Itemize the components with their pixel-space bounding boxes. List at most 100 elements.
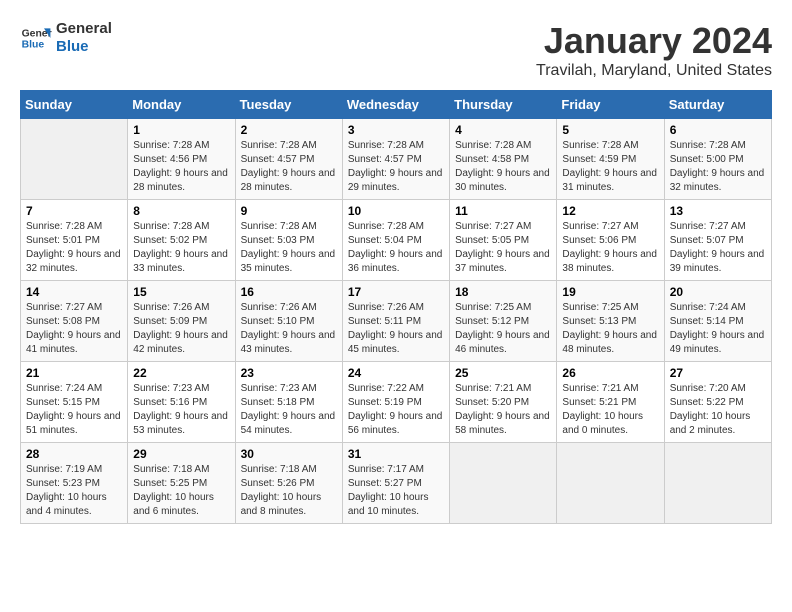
day-number: 20 xyxy=(670,285,766,299)
logo-line1: General xyxy=(56,20,112,38)
calendar-table: Sunday Monday Tuesday Wednesday Thursday… xyxy=(20,90,772,524)
cell-w1-d0: 7 Sunrise: 7:28 AMSunset: 5:01 PMDaylight… xyxy=(21,200,128,281)
cell-w3-d1: 22Sunrise: 7:23 AMSunset: 5:16 PMDayligh… xyxy=(128,362,235,443)
cell-w3-d0: 21 Sunrise: 7:24 AMSunset: 5:15 PMDayligh… xyxy=(21,362,128,443)
page-header: General Blue General Blue January 2024 T… xyxy=(20,20,772,80)
cell-w3-d4: 25 Sunrise: 7:21 AMSunset: 5:20 PMDayligh… xyxy=(450,362,557,443)
day-number: 28 xyxy=(26,447,122,461)
cell-w4-d1: 29 Sunrise: 7:18 AMSunset: 5:25 PMDayligh… xyxy=(128,443,235,524)
cell-w1-d4: 11 Sunrise: 7:27 AMSunset: 5:05 PMDayligh… xyxy=(450,200,557,281)
cell-w0-d3: 3Sunrise: 7:28 AMSunset: 4:57 PMDaylight… xyxy=(342,119,449,200)
day-number: 7 xyxy=(26,204,122,218)
day-info: Sunrise: 7:28 AMSunset: 5:02 PMDaylight:… xyxy=(133,220,229,276)
day-number: 23 xyxy=(241,366,337,380)
cell-w0-d4: 4Sunrise: 7:28 AMSunset: 4:58 PMDaylight… xyxy=(450,119,557,200)
day-info: Sunrise: 7:23 AMSunset: 5:16 PMDaylight:… xyxy=(133,382,229,438)
cell-w1-d3: 10 Sunrise: 7:28 AMSunset: 5:04 PMDayligh… xyxy=(342,200,449,281)
day-info: Sunrise: 7:26 AMSunset: 5:09 PMDaylight:… xyxy=(133,301,229,357)
week-row-4: 28 Sunrise: 7:19 AMSunset: 5:23 PMDayligh… xyxy=(21,443,772,524)
header-row: Sunday Monday Tuesday Wednesday Thursday… xyxy=(21,91,772,119)
header-tuesday: Tuesday xyxy=(235,91,342,119)
day-info: Sunrise: 7:26 AMSunset: 5:11 PMDaylight:… xyxy=(348,301,444,357)
logo: General Blue General Blue xyxy=(20,20,112,56)
day-info: Sunrise: 7:18 AMSunset: 5:26 PMDaylight:… xyxy=(241,463,337,519)
day-number: 14 xyxy=(26,285,122,299)
cell-w2-d6: 20 Sunrise: 7:24 AMSunset: 5:14 PMDayligh… xyxy=(664,281,771,362)
week-row-2: 14 Sunrise: 7:27 AMSunset: 5:08 PMDayligh… xyxy=(21,281,772,362)
header-thursday: Thursday xyxy=(450,91,557,119)
day-number: 8 xyxy=(133,204,229,218)
day-info: Sunrise: 7:28 AMSunset: 5:04 PMDaylight:… xyxy=(348,220,444,276)
day-number: 19 xyxy=(562,285,658,299)
day-info: Sunrise: 7:25 AMSunset: 5:13 PMDaylight:… xyxy=(562,301,658,357)
cell-w2-d0: 14 Sunrise: 7:27 AMSunset: 5:08 PMDayligh… xyxy=(21,281,128,362)
cell-w0-d2: 2Sunrise: 7:28 AMSunset: 4:57 PMDaylight… xyxy=(235,119,342,200)
day-info: Sunrise: 7:23 AMSunset: 5:18 PMDaylight:… xyxy=(241,382,337,438)
day-info: Sunrise: 7:27 AMSunset: 5:05 PMDaylight:… xyxy=(455,220,551,276)
day-info: Sunrise: 7:28 AMSunset: 5:03 PMDaylight:… xyxy=(241,220,337,276)
day-info: Sunrise: 7:18 AMSunset: 5:25 PMDaylight:… xyxy=(133,463,229,519)
day-info: Sunrise: 7:24 AMSunset: 5:15 PMDaylight:… xyxy=(26,382,122,438)
header-saturday: Saturday xyxy=(664,91,771,119)
cell-w1-d6: 13Sunrise: 7:27 AMSunset: 5:07 PMDayligh… xyxy=(664,200,771,281)
day-number: 6 xyxy=(670,123,766,137)
day-info: Sunrise: 7:28 AMSunset: 5:01 PMDaylight:… xyxy=(26,220,122,276)
day-number: 10 xyxy=(348,204,444,218)
day-info: Sunrise: 7:27 AMSunset: 5:07 PMDaylight:… xyxy=(670,220,766,276)
cell-w4-d2: 30Sunrise: 7:18 AMSunset: 5:26 PMDayligh… xyxy=(235,443,342,524)
day-info: Sunrise: 7:19 AMSunset: 5:23 PMDaylight:… xyxy=(26,463,122,519)
day-info: Sunrise: 7:28 AMSunset: 4:58 PMDaylight:… xyxy=(455,139,551,195)
logo-icon: General Blue xyxy=(20,22,52,54)
day-number: 27 xyxy=(670,366,766,380)
day-number: 11 xyxy=(455,204,551,218)
day-number: 9 xyxy=(241,204,337,218)
day-number: 16 xyxy=(241,285,337,299)
cell-w4-d0: 28 Sunrise: 7:19 AMSunset: 5:23 PMDayligh… xyxy=(21,443,128,524)
day-info: Sunrise: 7:21 AMSunset: 5:20 PMDaylight:… xyxy=(455,382,551,438)
day-number: 29 xyxy=(133,447,229,461)
day-number: 15 xyxy=(133,285,229,299)
cell-w3-d5: 26 Sunrise: 7:21 AMSunset: 5:21 PMDayligh… xyxy=(557,362,664,443)
cell-w3-d2: 23 Sunrise: 7:23 AMSunset: 5:18 PMDayligh… xyxy=(235,362,342,443)
header-monday: Monday xyxy=(128,91,235,119)
day-info: Sunrise: 7:28 AMSunset: 4:59 PMDaylight:… xyxy=(562,139,658,195)
day-info: Sunrise: 7:28 AMSunset: 4:56 PMDaylight:… xyxy=(133,139,229,195)
cell-w2-d2: 16Sunrise: 7:26 AMSunset: 5:10 PMDayligh… xyxy=(235,281,342,362)
day-number: 25 xyxy=(455,366,551,380)
cell-w1-d5: 12 Sunrise: 7:27 AMSunset: 5:06 PMDayligh… xyxy=(557,200,664,281)
cell-w1-d2: 9 Sunrise: 7:28 AMSunset: 5:03 PMDaylight… xyxy=(235,200,342,281)
cell-w4-d6 xyxy=(664,443,771,524)
day-info: Sunrise: 7:17 AMSunset: 5:27 PMDaylight:… xyxy=(348,463,444,519)
day-number: 17 xyxy=(348,285,444,299)
day-info: Sunrise: 7:24 AMSunset: 5:14 PMDaylight:… xyxy=(670,301,766,357)
day-number: 5 xyxy=(562,123,658,137)
day-number: 18 xyxy=(455,285,551,299)
day-number: 24 xyxy=(348,366,444,380)
cell-w2-d4: 18Sunrise: 7:25 AMSunset: 5:12 PMDayligh… xyxy=(450,281,557,362)
title-section: January 2024 Travilah, Maryland, United … xyxy=(536,20,772,80)
day-info: Sunrise: 7:27 AMSunset: 5:06 PMDaylight:… xyxy=(562,220,658,276)
cell-w3-d6: 27 Sunrise: 7:20 AMSunset: 5:22 PMDayligh… xyxy=(664,362,771,443)
header-friday: Friday xyxy=(557,91,664,119)
logo-line2: Blue xyxy=(56,38,112,56)
week-row-3: 21 Sunrise: 7:24 AMSunset: 5:15 PMDayligh… xyxy=(21,362,772,443)
cell-w3-d3: 24 Sunrise: 7:22 AMSunset: 5:19 PMDayligh… xyxy=(342,362,449,443)
day-number: 26 xyxy=(562,366,658,380)
day-info: Sunrise: 7:28 AMSunset: 5:00 PMDaylight:… xyxy=(670,139,766,195)
day-info: Sunrise: 7:22 AMSunset: 5:19 PMDaylight:… xyxy=(348,382,444,438)
day-info: Sunrise: 7:20 AMSunset: 5:22 PMDaylight:… xyxy=(670,382,766,438)
day-info: Sunrise: 7:21 AMSunset: 5:21 PMDaylight:… xyxy=(562,382,658,438)
cell-w0-d6: 6 Sunrise: 7:28 AMSunset: 5:00 PMDaylight… xyxy=(664,119,771,200)
cell-w2-d5: 19 Sunrise: 7:25 AMSunset: 5:13 PMDayligh… xyxy=(557,281,664,362)
day-info: Sunrise: 7:28 AMSunset: 4:57 PMDaylight:… xyxy=(241,139,337,195)
svg-text:Blue: Blue xyxy=(22,40,45,51)
calendar-title: January 2024 xyxy=(536,20,772,62)
day-number: 12 xyxy=(562,204,658,218)
cell-w0-d1: 1Sunrise: 7:28 AMSunset: 4:56 PMDaylight… xyxy=(128,119,235,200)
day-info: Sunrise: 7:27 AMSunset: 5:08 PMDaylight:… xyxy=(26,301,122,357)
cell-w4-d4 xyxy=(450,443,557,524)
cell-w0-d5: 5 Sunrise: 7:28 AMSunset: 4:59 PMDaylight… xyxy=(557,119,664,200)
day-number: 21 xyxy=(26,366,122,380)
cell-w2-d3: 17 Sunrise: 7:26 AMSunset: 5:11 PMDayligh… xyxy=(342,281,449,362)
day-number: 31 xyxy=(348,447,444,461)
